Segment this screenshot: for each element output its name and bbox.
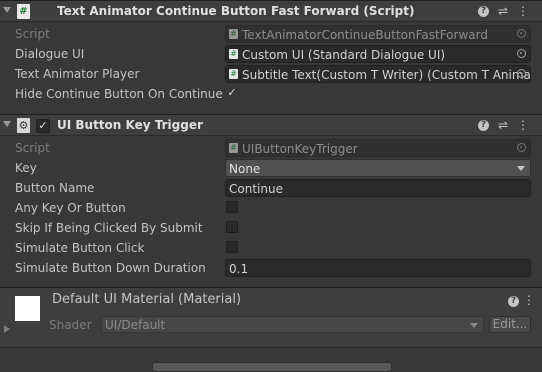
button-name-value: Continue: [229, 182, 283, 196]
skip-checkbox[interactable]: [226, 221, 238, 233]
simulate-duration-value: 0.1: [229, 262, 249, 276]
edit-shader-button[interactable]: Edit...: [489, 316, 531, 333]
row-dialogue-ui: Dialogue UI # Custom UI (Standard Dialog…: [0, 44, 542, 64]
help-icon[interactable]: ?: [478, 120, 489, 131]
row-simulate-click: Simulate Button Click: [0, 238, 542, 258]
material-preview-thumbnail: [15, 296, 40, 321]
row-skip-if-clicked: Skip If Being Clicked By Submit: [0, 218, 542, 238]
script-label: Script: [15, 27, 50, 41]
component-header-text-animator[interactable]: # Text Animator Continue Button Fast For…: [0, 0, 542, 22]
shader-dropdown[interactable]: UI/Default: [101, 316, 484, 333]
csharp-script-icon: #: [17, 4, 30, 19]
key-dropdown[interactable]: None: [225, 159, 531, 177]
key-label: Key: [15, 161, 37, 175]
button-name-label: Button Name: [15, 181, 95, 195]
component-gear-icon: ⚙: [17, 118, 30, 133]
context-menu-icon[interactable]: ⋮: [516, 118, 530, 132]
shader-value: UI/Default: [105, 318, 166, 332]
row-any-key: Any Key Or Button: [0, 198, 542, 218]
material-title: Default UI Material (Material): [52, 292, 242, 307]
context-menu-icon[interactable]: ⋮: [522, 293, 536, 307]
script-value: TextAnimatorContinueButtonFastForward: [242, 28, 488, 42]
button-name-input[interactable]: Continue: [225, 179, 531, 197]
component-title: UI Button Key Trigger: [57, 118, 203, 132]
simulate-duration-label: Simulate Button Down Duration: [15, 261, 206, 275]
script-file-icon: #: [229, 49, 238, 59]
script-value: UIButtonKeyTrigger: [242, 142, 358, 156]
script-file-icon: #: [229, 143, 238, 153]
text-animator-player-label: Text Animator Player: [15, 67, 140, 81]
any-key-label: Any Key Or Button: [15, 201, 126, 215]
object-picker-icon: [517, 143, 526, 152]
foldout-arrow-icon[interactable]: [3, 121, 11, 127]
divider: [0, 347, 542, 348]
dialogue-ui-field[interactable]: # Custom UI (Standard Dialogue UI): [225, 45, 531, 63]
object-picker-icon[interactable]: [517, 49, 526, 58]
row-script: Script # UIButtonKeyTrigger: [0, 138, 542, 158]
row-button-name: Button Name Continue: [0, 178, 542, 198]
script-file-icon: #: [229, 69, 238, 79]
skip-label: Skip If Being Clicked By Submit: [15, 221, 203, 235]
script-file-icon: #: [229, 29, 238, 39]
dropdown-arrow-icon: [517, 166, 525, 171]
row-simulate-duration: Simulate Button Down Duration 0.1: [0, 258, 542, 278]
dialogue-ui-value: Custom UI (Standard Dialogue UI): [242, 48, 446, 62]
add-component-button[interactable]: [152, 362, 392, 372]
object-picker-icon[interactable]: [517, 69, 526, 78]
dropdown-arrow-icon: [470, 323, 478, 328]
component-enabled-checkbox[interactable]: ✓: [36, 119, 50, 133]
row-script: Script # TextAnimatorContinueButtonFastF…: [0, 24, 542, 44]
hide-continue-label: Hide Continue Button On Continue: [15, 87, 223, 101]
text-animator-player-value: Subtitle Text(Custom T Writer) (Custom T…: [242, 68, 531, 82]
any-key-checkbox[interactable]: [226, 201, 238, 213]
shader-label: Shader: [49, 318, 92, 332]
simulate-click-checkbox[interactable]: [226, 241, 238, 253]
hide-continue-checkbox[interactable]: ✓: [226, 87, 238, 99]
component-header-ui-button-key-trigger[interactable]: ⚙ ✓ UI Button Key Trigger ? ⇌ ⋮: [0, 114, 542, 136]
row-text-animator-player: Text Animator Player # Subtitle Text(Cus…: [0, 64, 542, 84]
row-key: Key None: [0, 158, 542, 178]
dialogue-ui-label: Dialogue UI: [15, 47, 85, 61]
component-title: Text Animator Continue Button Fast Forwa…: [57, 4, 415, 18]
material-section: Default UI Material (Material) ? ⋮ Shade…: [0, 287, 542, 348]
simulate-duration-input[interactable]: 0.1: [225, 259, 531, 277]
script-field: # UIButtonKeyTrigger: [225, 139, 531, 157]
foldout-arrow-icon[interactable]: [3, 7, 11, 13]
text-animator-player-field[interactable]: # Subtitle Text(Custom T Writer) (Custom…: [225, 65, 531, 83]
script-field: # TextAnimatorContinueButtonFastForward: [225, 25, 531, 43]
presets-icon[interactable]: ⇌: [496, 118, 510, 132]
object-picker-icon: [517, 29, 526, 38]
help-icon[interactable]: ?: [508, 296, 519, 307]
presets-icon[interactable]: ⇌: [496, 4, 510, 18]
row-hide-continue: Hide Continue Button On Continue ✓: [0, 84, 542, 104]
script-label: Script: [15, 141, 50, 155]
help-icon[interactable]: ?: [478, 6, 489, 17]
material-foldout-arrow-icon[interactable]: [4, 325, 10, 333]
context-menu-icon[interactable]: ⋮: [516, 4, 530, 18]
key-value: None: [229, 162, 261, 176]
simulate-click-label: Simulate Button Click: [15, 241, 145, 255]
